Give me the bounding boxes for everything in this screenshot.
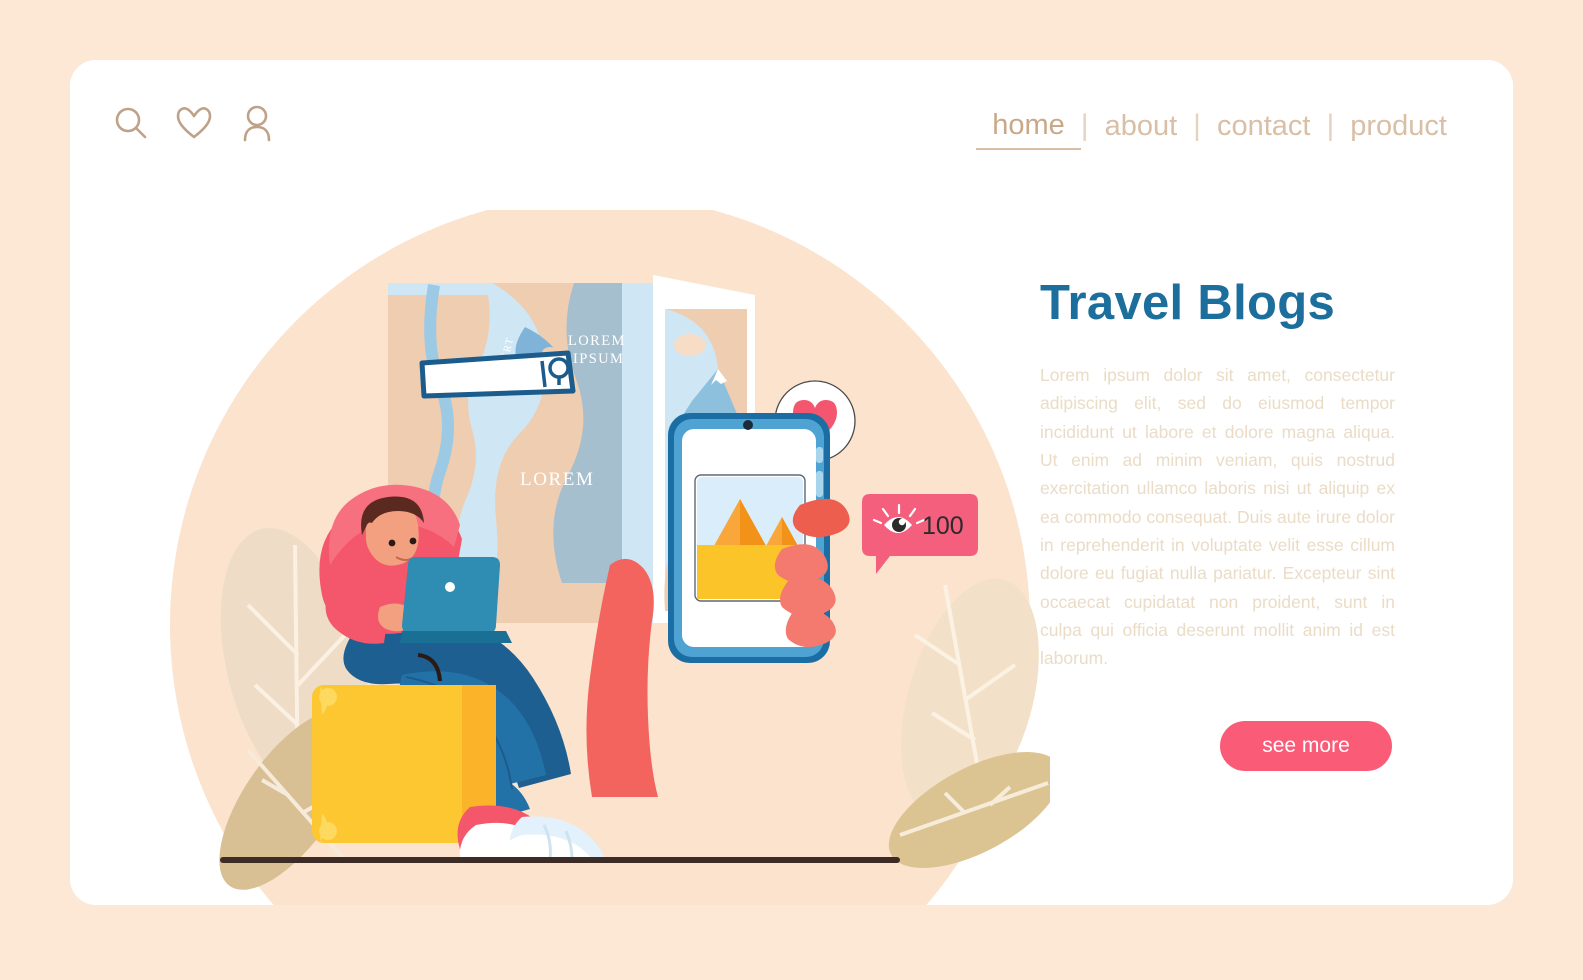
user-icon[interactable] (238, 104, 276, 142)
map-label-primary-2: IPSUM (573, 351, 624, 367)
header-icon-group (112, 104, 276, 142)
map-search-bar[interactable] (419, 350, 576, 399)
views-badge: 100 (862, 494, 978, 574)
nav-item-product[interactable]: product (1334, 103, 1463, 149)
hero-illustration: INSERT LOREM IPSUM LOREM (170, 235, 1050, 895)
hero-text-column: Travel Blogs Lorem ipsum dolor sit amet,… (1040, 275, 1400, 771)
main-navigation: home | about | contact | product (976, 102, 1463, 150)
site-header: home | about | contact | product (70, 60, 1513, 210)
heart-icon[interactable] (175, 104, 213, 142)
map-label-secondary: LOREM (520, 469, 595, 490)
map-label-primary-1: LOREM (568, 333, 626, 349)
page-root: INSERT LOREM IPSUM LOREM (0, 0, 1583, 980)
search-icon[interactable] (112, 104, 150, 142)
views-count: 100 (922, 512, 964, 540)
ground-line (220, 857, 900, 863)
nav-item-contact[interactable]: contact (1201, 103, 1327, 149)
nav-separator-1: | (1080, 109, 1089, 142)
decor-leaf-right (888, 578, 1050, 869)
nav-separator-3: | (1326, 109, 1335, 142)
main-card: INSERT LOREM IPSUM LOREM (70, 60, 1513, 905)
page-title: Travel Blogs (1040, 276, 1335, 330)
nav-item-about[interactable]: about (1089, 103, 1194, 149)
hero-paragraph: Lorem ipsum dolor sit amet, consectetur … (1040, 365, 1395, 669)
nav-separator-2: | (1193, 109, 1201, 142)
see-more-button[interactable]: see more (1220, 720, 1392, 771)
nav-item-home[interactable]: home (976, 102, 1081, 150)
